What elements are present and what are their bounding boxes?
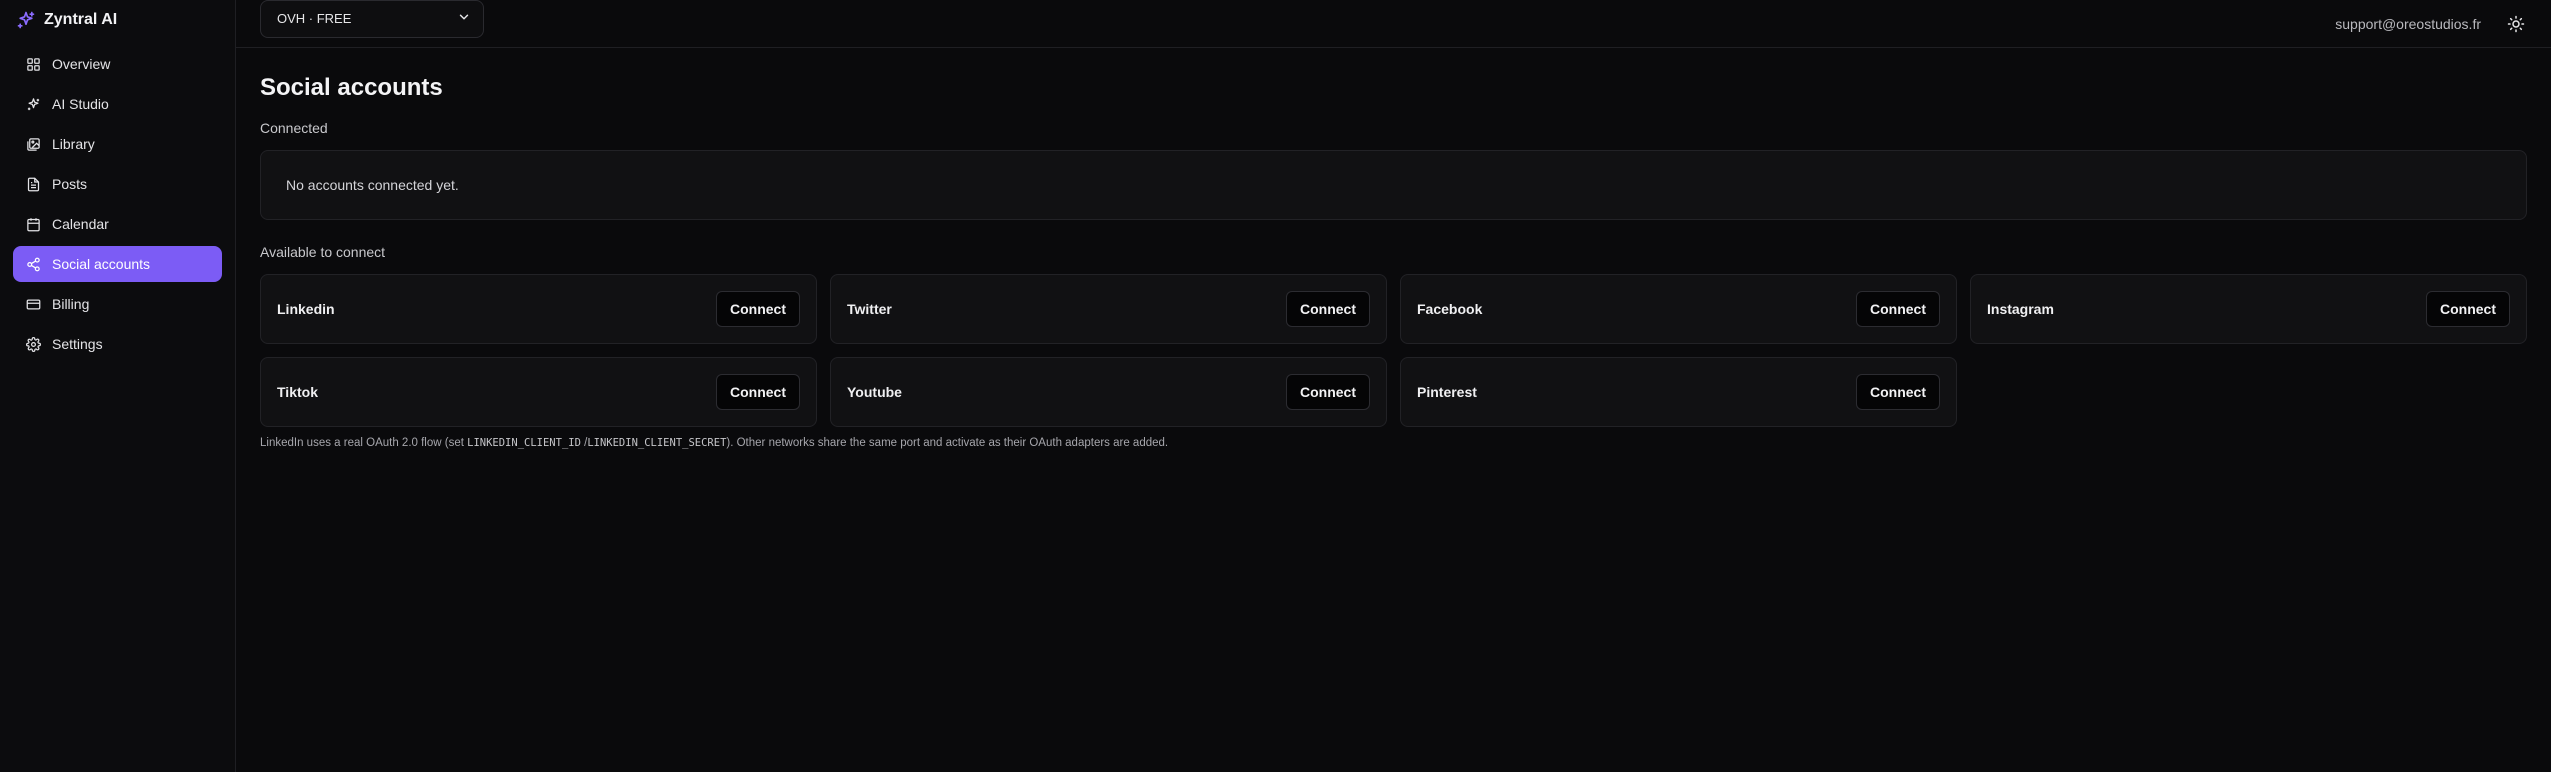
sidebar-item-label: Settings — [52, 336, 103, 352]
sidebar-item-label: AI Studio — [52, 96, 109, 112]
share-icon — [25, 256, 41, 272]
connect-instagram-button[interactable]: Connect — [2426, 291, 2510, 327]
provider-card-tiktok: Tiktok Connect — [260, 357, 817, 427]
gear-icon — [25, 336, 41, 352]
sidebar-item-label: Overview — [52, 56, 111, 72]
sidebar-item-label: Library — [52, 136, 95, 152]
sidebar: Zyntral AI Overview AI Studio Library Po… — [0, 0, 236, 772]
provider-card-pinterest: Pinterest Connect — [1400, 357, 1957, 427]
provider-grid: Linkedin Connect Twitter Connect Faceboo… — [260, 274, 2527, 427]
provider-card-twitter: Twitter Connect — [830, 274, 1387, 344]
provider-card-linkedin: Linkedin Connect — [260, 274, 817, 344]
sidebar-item-posts[interactable]: Posts — [13, 166, 222, 202]
available-section-label: Available to connect — [260, 244, 386, 260]
footnote-code-client-secret: LINKEDIN_CLIENT_SECRET — [587, 437, 727, 449]
grid-icon — [25, 56, 41, 72]
file-text-icon — [25, 176, 41, 192]
sidebar-item-calendar[interactable]: Calendar — [13, 206, 222, 242]
provider-name: Tiktok — [277, 384, 318, 400]
sidebar-item-label: Calendar — [52, 216, 109, 232]
sun-icon[interactable] — [2505, 13, 2527, 35]
page-title: Social accounts — [260, 74, 443, 101]
connect-facebook-button[interactable]: Connect — [1856, 291, 1940, 327]
topbar: OVH · FREE support@oreostudios.fr — [236, 0, 2551, 48]
footnote-text: LinkedIn uses a real OAuth 2.0 flow (set — [260, 437, 468, 449]
workspace-select-value: OVH · FREE — [277, 11, 352, 26]
images-icon — [25, 136, 41, 152]
brand-name: Zyntral AI — [44, 11, 118, 28]
sidebar-item-label: Posts — [52, 176, 88, 192]
sidebar-item-label: Social accounts — [52, 256, 151, 272]
provider-name: Linkedin — [277, 301, 335, 317]
chevron-down-icon — [457, 10, 471, 27]
brand[interactable]: Zyntral AI — [13, 0, 222, 40]
connected-empty-state: No accounts connected yet. — [260, 150, 2527, 220]
oauth-footnote: LinkedIn uses a real OAuth 2.0 flow (set… — [260, 437, 2527, 449]
connect-linkedin-button[interactable]: Connect — [716, 291, 800, 327]
sidebar-item-library[interactable]: Library — [13, 126, 222, 162]
credit-card-icon — [25, 296, 41, 312]
main-area: OVH · FREE support@oreostudios.fr Social… — [236, 0, 2551, 772]
connected-section-label: Connected — [260, 120, 328, 136]
provider-card-youtube: Youtube Connect — [830, 357, 1387, 427]
provider-name: Pinterest — [1417, 384, 1477, 400]
provider-card-facebook: Facebook Connect — [1400, 274, 1957, 344]
topbar-right: support@oreostudios.fr — [2335, 13, 2527, 35]
connect-youtube-button[interactable]: Connect — [1286, 374, 1370, 410]
provider-name: Youtube — [847, 384, 902, 400]
connect-tiktok-button[interactable]: Connect — [716, 374, 800, 410]
provider-card-instagram: Instagram Connect — [1970, 274, 2527, 344]
sidebar-item-overview[interactable]: Overview — [13, 46, 222, 82]
sidebar-item-ai-studio[interactable]: AI Studio — [13, 86, 222, 122]
page-content: Social accounts Connected No accounts co… — [236, 48, 2551, 449]
sidebar-item-social-accounts[interactable]: Social accounts — [13, 246, 222, 282]
empty-state-text: No accounts connected yet. — [286, 177, 459, 193]
sparkles-icon — [25, 96, 41, 112]
provider-name: Facebook — [1417, 301, 1483, 317]
sidebar-item-label: Billing — [52, 296, 90, 312]
user-email: support@oreostudios.fr — [2335, 15, 2481, 32]
footnote-code-client-id: LINKEDIN_CLIENT_ID — [467, 437, 581, 449]
workspace-select[interactable]: OVH · FREE — [260, 0, 484, 38]
app-root: Zyntral AI Overview AI Studio Library Po… — [0, 0, 2551, 772]
sidebar-item-billing[interactable]: Billing — [13, 286, 222, 322]
provider-name: Instagram — [1987, 301, 2054, 317]
connect-twitter-button[interactable]: Connect — [1286, 291, 1370, 327]
footnote-text: ). Other networks share the same port an… — [726, 437, 1169, 449]
provider-name: Twitter — [847, 301, 892, 317]
calendar-icon — [25, 216, 41, 232]
connect-pinterest-button[interactable]: Connect — [1856, 374, 1940, 410]
sidebar-item-settings[interactable]: Settings — [13, 326, 222, 362]
sidebar-nav: Overview AI Studio Library Posts Calenda… — [13, 46, 222, 362]
sparkles-logo-icon — [16, 10, 36, 30]
